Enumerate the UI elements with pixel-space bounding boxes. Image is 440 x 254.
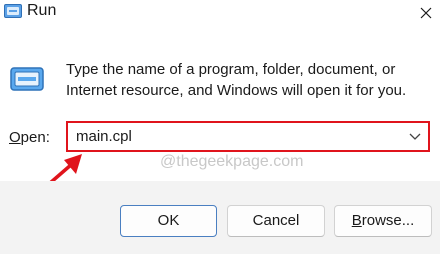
browse-accelerator: B bbox=[351, 212, 362, 229]
open-combobox[interactable]: main.cpl bbox=[66, 121, 430, 152]
browse-button[interactable]: Browse... bbox=[334, 205, 432, 237]
run-program-icon bbox=[10, 66, 46, 92]
close-icon bbox=[420, 7, 432, 19]
dropdown-button[interactable] bbox=[408, 129, 422, 143]
title-bar: Run bbox=[0, 0, 440, 28]
close-button[interactable] bbox=[412, 0, 440, 26]
open-label-text: pen: bbox=[20, 129, 50, 146]
instruction-text: Type the name of a program, folder, docu… bbox=[66, 61, 407, 99]
browse-label: rowse... bbox=[361, 212, 415, 229]
run-dialog-icon bbox=[4, 4, 22, 18]
watermark: @thegeekpage.com bbox=[160, 153, 304, 170]
window-title: Run bbox=[27, 2, 57, 19]
ok-button[interactable]: OK bbox=[120, 205, 217, 237]
open-label: Open: bbox=[9, 129, 50, 147]
run-dialog: Run Type the name of a program, folder, … bbox=[0, 0, 440, 254]
open-input-value[interactable]: main.cpl bbox=[76, 128, 132, 146]
chevron-down-icon bbox=[409, 133, 421, 140]
open-label-accelerator: O bbox=[9, 129, 21, 146]
cancel-button[interactable]: Cancel bbox=[227, 205, 325, 237]
